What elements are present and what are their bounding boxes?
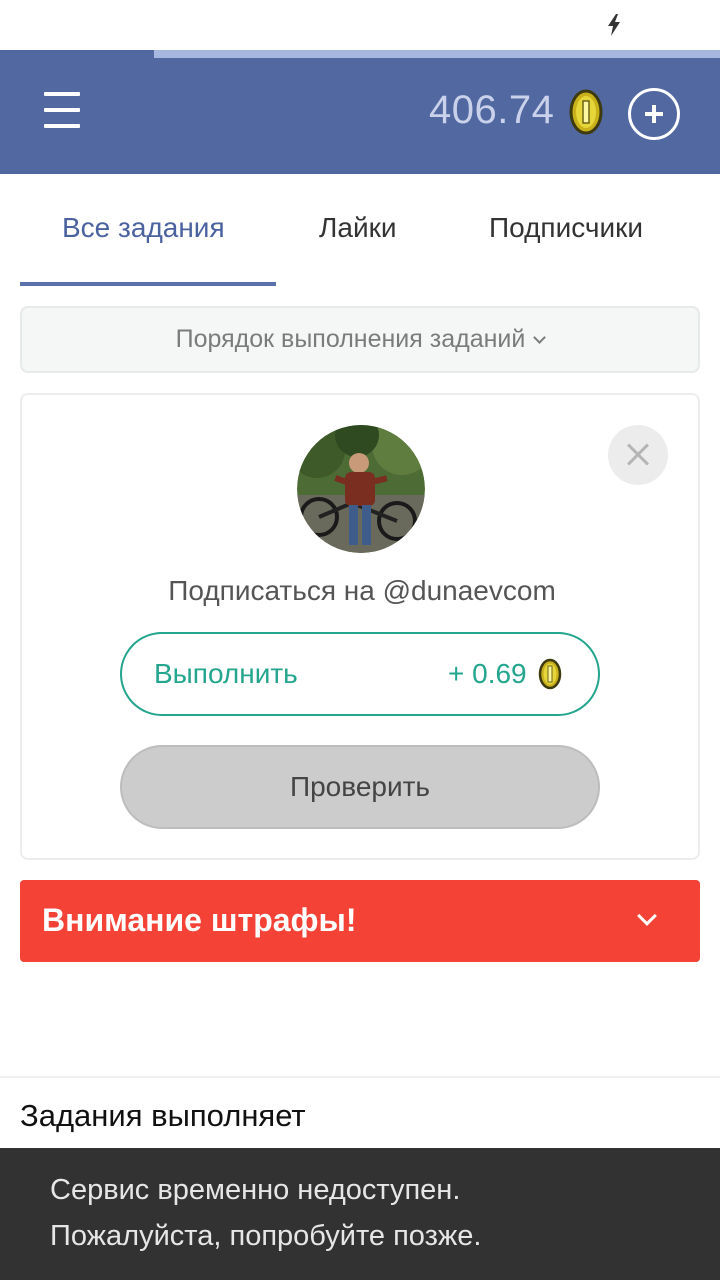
penalty-warning-bar[interactable]: Внимание штрафы! [20, 880, 700, 962]
add-balance-button[interactable] [628, 88, 680, 140]
tab-likes[interactable]: Лайки [319, 212, 396, 244]
tab-subscribers[interactable]: Подписчики [489, 212, 643, 244]
task-order-dropdown[interactable]: Порядок выполнения заданий [20, 306, 700, 373]
chevron-down-icon [637, 906, 657, 926]
divider [0, 1076, 720, 1078]
app-header: 406.74 [0, 50, 720, 174]
service-unavailable-toast: Сервис временно недоступен. Пожалуйста, … [0, 1148, 720, 1280]
tab-all-tasks[interactable]: Все задания [62, 212, 225, 244]
section-title: Задания выполняет [20, 1098, 306, 1133]
coin-icon [569, 89, 603, 135]
do-task-label: Выполнить [154, 658, 298, 689]
active-tab-indicator [20, 282, 276, 286]
do-task-button[interactable]: Выполнить + 0.69 [120, 632, 600, 716]
penalty-warning-text: Внимание штрафы! [42, 902, 357, 938]
menu-icon[interactable] [44, 92, 80, 130]
task-tabs: Все задания Лайки Подписчики [0, 174, 720, 286]
toast-line-1: Сервис временно недоступен. [50, 1174, 461, 1206]
toast-line-2: Пожалуйста, попробуйте позже. [50, 1220, 482, 1252]
avatar [297, 425, 425, 553]
task-order-label: Порядок выполнения заданий [175, 325, 526, 353]
status-bar [0, 0, 720, 50]
task-card: Подписаться на @dunaevcom Выполнить + 0.… [20, 393, 700, 860]
task-description: Подписаться на @dunaevcom [168, 575, 556, 606]
chevron-down-icon [533, 331, 547, 344]
loading-progress-bar [154, 50, 720, 58]
close-button[interactable] [608, 425, 668, 485]
check-task-button[interactable]: Проверить [120, 745, 600, 829]
flash-icon [608, 14, 620, 36]
balance-value: 406.74 [429, 88, 555, 132]
check-task-label: Проверить [289, 771, 431, 802]
reward-value: + 0.69 [448, 658, 527, 689]
coin-icon [538, 658, 562, 690]
